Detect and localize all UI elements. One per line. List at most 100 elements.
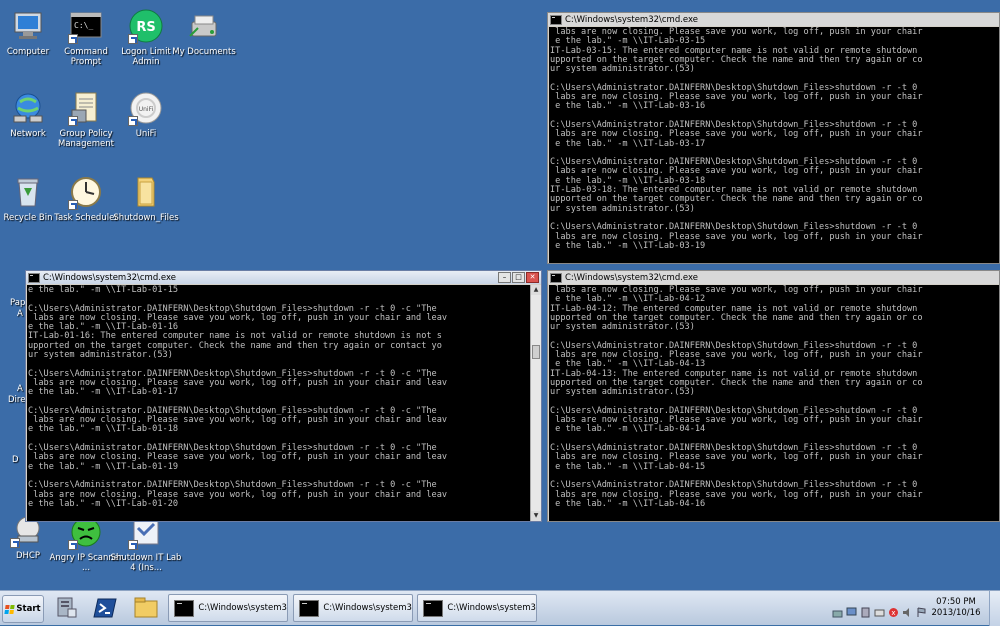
shortcut-arrow-icon [68, 34, 78, 44]
display-tray-icon[interactable] [846, 603, 857, 615]
cmd-icon [550, 14, 562, 25]
console-line: ur system administrator.(53) [28, 350, 173, 361]
explorer-folder-icon [134, 597, 158, 618]
desktop-icon-label: My Documents [172, 47, 236, 57]
svg-text:x: x [891, 609, 895, 617]
desktop-icon-label: Shutdown_Files [113, 213, 179, 223]
folder-icon [128, 174, 164, 210]
desktop-icon-unifi[interactable]: UniFi UniFi [109, 90, 183, 139]
taskbar-button-cmd-3[interactable]: C:\Windows\system3... [417, 594, 537, 622]
cmd-icon [28, 272, 40, 283]
cmd-icon [423, 599, 444, 617]
cmd-icon [550, 272, 562, 283]
scroll-up-arrow-icon[interactable]: ▲ [531, 285, 541, 295]
desktop-icon-label: UniFi [135, 129, 157, 139]
shortcut-arrow-icon [68, 200, 78, 210]
console-output[interactable]: labs are now closing. Please save you wo… [549, 285, 999, 521]
powershell-icon [93, 598, 117, 618]
desktop-icon-shutdown-it-lab-4[interactable]: Shutdown IT Lab 4 (Ins... [109, 514, 183, 573]
taskbar-button-cmd-1[interactable]: C:\Windows\system3... [168, 594, 288, 622]
console-line: ur system administrator.(53) [550, 203, 695, 214]
shortcut-arrow-icon [68, 116, 78, 126]
console-line: e the lab." -m \\IT-Lab-01-19 [28, 461, 179, 472]
desktop-icon-shutdown-files[interactable]: Shutdown_Files [109, 174, 183, 223]
print-tray-icon[interactable] [874, 603, 885, 616]
server-manager-icon [57, 597, 77, 618]
window-title: C:\Windows\system32\cmd.exe [565, 14, 699, 25]
console-line: e the lab." -m \\IT-Lab-03-19 [550, 240, 706, 251]
explorer-quick-launch[interactable] [132, 595, 160, 621]
shortcut-arrow-icon [128, 116, 138, 126]
show-desktop-button[interactable] [989, 591, 1000, 626]
system-tray: x [832, 594, 928, 622]
shortcut-arrow-icon [128, 34, 138, 44]
desktop-icon-label: Shutdown IT Lab 4 (Ins... [110, 553, 182, 573]
console-line: e the lab." -m \\IT-Lab-04-16 [550, 498, 706, 509]
logon-limit-badge: RS [136, 20, 155, 35]
start-label: Start [16, 604, 41, 614]
logon-limit-admin-icon: RS [128, 8, 164, 44]
svg-text:C:\_: C:\_ [74, 21, 93, 30]
volume-tray-icon[interactable] [902, 603, 913, 617]
console-line: e the lab." -m \\IT-Lab-03-17 [550, 138, 706, 149]
hidden-icon-label: A [17, 309, 23, 319]
taskbar-button-label: C:\Windows\system3... [323, 603, 412, 613]
taskbar: Start C:\Windows\system3... C:\Windows\s… [0, 590, 1000, 626]
window-title: C:\Windows\system32\cmd.exe [565, 272, 699, 283]
my-documents-icon [186, 8, 222, 44]
title-bar[interactable]: C:\Windows\system32\cmd.exe – □ ✕ [26, 271, 541, 284]
console-line: e the lab." -m \\IT-Lab-01-18 [28, 424, 179, 435]
console-line: e the lab." -m \\IT-Lab-01-20 [28, 498, 179, 509]
console-line: ur system administrator.(53) [550, 322, 695, 333]
taskbar-button-label: C:\Windows\system3... [447, 603, 536, 613]
console-line: e the lab." -m \\IT-Lab-04-14 [550, 424, 706, 435]
window-title: C:\Windows\system32\cmd.exe [43, 272, 177, 283]
powershell-quick-launch[interactable] [92, 595, 120, 621]
title-bar[interactable]: C:\Windows\system32\cmd.exe [548, 13, 999, 26]
cmd-icon [174, 599, 195, 617]
network-tray-icon[interactable] [832, 603, 843, 617]
computer-icon [10, 8, 46, 44]
title-bar[interactable]: C:\Windows\system32\cmd.exe [548, 271, 999, 284]
recycle-bin-icon [10, 174, 46, 210]
shortcut-arrow-icon [128, 540, 138, 550]
taskbar-button-cmd-2[interactable]: C:\Windows\system3... [293, 594, 413, 622]
group-policy-icon [68, 90, 104, 126]
hidden-icon-label: D [12, 455, 19, 465]
shortcut-arrow-icon [68, 540, 78, 550]
cmd-window-lab-03[interactable]: C:\Windows\system32\cmd.exe labs are now… [547, 12, 1000, 264]
taskbar-clock[interactable]: 07:50 PM 2013/10/16 [928, 597, 984, 619]
scroll-down-arrow-icon[interactable]: ▼ [531, 511, 541, 521]
console-output[interactable]: e the lab." -m \\IT-Lab-01-15 C:\Users\A… [27, 285, 530, 521]
server-manager-quick-launch[interactable] [52, 595, 80, 621]
console-line: e the lab." -m \\IT-Lab-01-15 [28, 285, 179, 295]
desktop-icon-my-documents[interactable]: My Documents [167, 8, 241, 57]
action-center-flag-icon[interactable] [916, 603, 927, 617]
hidden-icon-label: A [17, 384, 23, 394]
console-line: ur system administrator.(53) [550, 387, 695, 398]
hidden-icon-label: Pap [10, 298, 26, 308]
close-button[interactable]: ✕ [526, 272, 539, 283]
console-line: e the lab." -m \\IT-Lab-04-15 [550, 461, 706, 472]
clock-time: 07:50 PM [936, 597, 976, 607]
clock-date: 2013/10/16 [931, 608, 981, 618]
alert-tray-icon[interactable]: x [888, 603, 899, 617]
shortcut-arrow-icon [10, 538, 20, 548]
unifi-icon: UniFi [128, 90, 164, 126]
console-line: e the lab." -m \\IT-Lab-03-16 [550, 101, 706, 112]
start-button[interactable]: Start [2, 595, 44, 623]
minimize-button[interactable]: – [498, 272, 511, 283]
hidden-icon-label: Dire [8, 395, 26, 405]
maximize-button[interactable]: □ [512, 272, 525, 283]
console-line: e the lab." -m \\IT-Lab-01-17 [28, 387, 179, 398]
windows-logo-icon [4, 604, 16, 614]
console-line: ur system administrator.(53) [550, 64, 695, 75]
console-output[interactable]: labs are now closing. Please save you wo… [549, 27, 999, 263]
cmd-window-lab-04[interactable]: C:\Windows\system32\cmd.exe labs are now… [547, 270, 1000, 522]
vertical-scrollbar[interactable]: ▲ ▼ [530, 285, 541, 521]
scroll-thumb[interactable] [532, 345, 540, 359]
cmd-window-lab-01[interactable]: C:\Windows\system32\cmd.exe – □ ✕ e the … [25, 270, 542, 522]
taskbar-button-label: C:\Windows\system3... [198, 603, 287, 613]
task-scheduler-icon [68, 174, 104, 210]
server-tray-icon[interactable] [860, 603, 871, 617]
